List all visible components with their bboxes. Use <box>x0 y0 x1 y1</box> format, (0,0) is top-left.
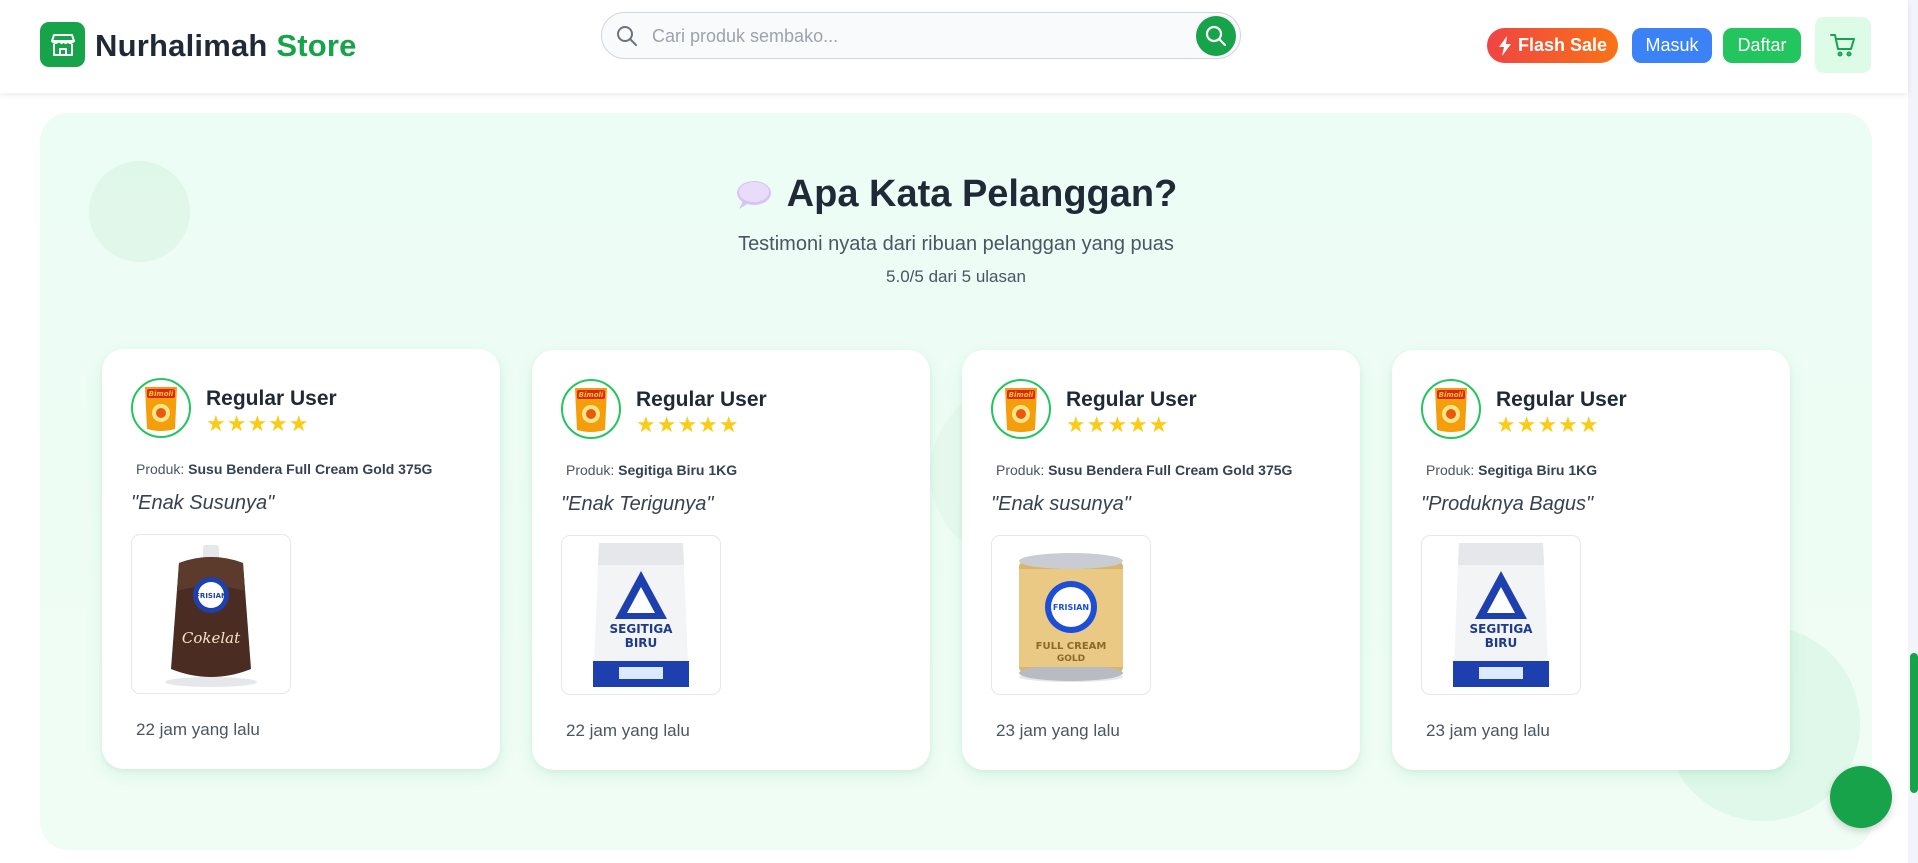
review-quote: "Enak susunya" <box>991 493 1131 515</box>
section-heading: Apa Kata Pelanggan? <box>786 173 1178 215</box>
svg-text:SEGITIGA: SEGITIGA <box>1470 622 1534 636</box>
star-rating: ★★★★★ <box>1496 412 1600 437</box>
review-time: 22 jam yang lalu <box>136 720 260 739</box>
flour-bag-image: SEGITIGA BIRU <box>593 543 689 687</box>
store-logo-icon[interactable] <box>40 22 85 67</box>
search-input[interactable] <box>652 21 1172 51</box>
product-name[interactable]: Segitiga Biru 1KG <box>1478 462 1597 478</box>
product-prefix: Produk: <box>136 461 185 477</box>
section-subtitle: Testimoni nyata dari ribuan pelanggan ya… <box>738 233 1174 255</box>
search-button[interactable] <box>1196 16 1236 56</box>
svg-text:FULL CREAM: FULL CREAM <box>1036 641 1107 652</box>
star-rating: ★★★★★ <box>1066 412 1170 437</box>
svg-text:Bimoli: Bimoli <box>1439 391 1464 399</box>
star-rating: ★★★★★ <box>636 412 740 437</box>
cooking-oil-pouch-image: Bimoli <box>1005 388 1037 432</box>
review-time: 23 jam yang lalu <box>996 721 1120 740</box>
review-photo[interactable]: FRISIAN Cokelat <box>131 534 291 694</box>
svg-text:FRISIAN: FRISIAN <box>1053 603 1089 612</box>
lightning-icon <box>1498 35 1511 56</box>
svg-text:Cokelat: Cokelat <box>182 629 241 647</box>
flour-bag-image: SEGITIGA BIRU <box>1453 543 1549 687</box>
testimonial-card[interactable]: Bimoli Regular User ★★★★★ Produk: Susu B… <box>102 349 500 769</box>
review-quote: "Enak Susunya" <box>131 492 275 514</box>
product-name[interactable]: Susu Bendera Full Cream Gold 375G <box>1048 462 1292 478</box>
star-rating: ★★★★★ <box>206 411 310 436</box>
scrollbar-thumb[interactable] <box>1910 653 1918 793</box>
product-info: Produk: Susu Bendera Full Cream Gold 375… <box>136 461 432 477</box>
reviewer-name: Regular User <box>636 388 767 411</box>
product-prefix: Produk: <box>566 462 615 478</box>
review-photo[interactable]: FRISIAN FULL CREAM GOLD <box>991 535 1151 695</box>
avatar: Bimoli <box>561 379 621 439</box>
review-photo[interactable]: SEGITIGA BIRU <box>561 535 721 695</box>
cooking-oil-pouch-image: Bimoli <box>145 387 177 431</box>
top-navbar: Nurhalimah Store Flash Sale Masuk Daftar <box>0 0 1908 93</box>
search-icon <box>616 25 638 52</box>
product-info: Produk: Segitiga Biru 1KG <box>566 462 737 478</box>
cooking-oil-pouch-image: Bimoli <box>1435 388 1467 432</box>
review-time: 22 jam yang lalu <box>566 721 690 740</box>
product-prefix: Produk: <box>996 462 1045 478</box>
testimonial-card[interactable]: Bimoli Regular User ★★★★★ Produk: Segiti… <box>532 350 930 770</box>
testimonial-card[interactable]: Bimoli Regular User ★★★★★ Produk: Segiti… <box>1392 350 1790 770</box>
product-info: Produk: Segitiga Biru 1KG <box>1426 462 1597 478</box>
svg-text:BIRU: BIRU <box>625 636 658 650</box>
svg-text:Bimoli: Bimoli <box>1009 391 1034 399</box>
review-quote: "Produknya Bagus" <box>1421 493 1594 515</box>
avatar: Bimoli <box>1421 379 1481 439</box>
login-button[interactable]: Masuk <box>1632 28 1712 63</box>
milk-can-image: FRISIAN FULL CREAM GOLD <box>1019 553 1123 682</box>
product-name[interactable]: Susu Bendera Full Cream Gold 375G <box>188 461 432 477</box>
flash-sale-label: Flash Sale <box>1517 35 1608 55</box>
brand-name[interactable]: Nurhalimah Store <box>95 28 357 64</box>
testimonials-section: Apa Kata Pelanggan? Testimoni nyata dari… <box>40 113 1872 850</box>
brand-name-accent: Store <box>276 28 357 63</box>
flash-sale-button[interactable]: Flash Sale <box>1487 28 1618 63</box>
review-photo[interactable]: SEGITIGA BIRU <box>1421 535 1581 695</box>
cooking-oil-pouch-image: Bimoli <box>575 388 607 432</box>
testimonial-card[interactable]: Bimoli Regular User ★★★★★ Produk: Susu B… <box>962 350 1360 770</box>
speech-bubble-icon <box>736 180 771 209</box>
chocolate-milk-pouch-image: FRISIAN Cokelat <box>165 545 257 687</box>
floating-chat-button[interactable] <box>1830 766 1892 828</box>
review-quote: "Enak Terigunya" <box>561 493 714 515</box>
reviewer-name: Regular User <box>1496 388 1627 411</box>
svg-text:Bimoli: Bimoli <box>149 390 174 398</box>
avatar: Bimoli <box>131 378 191 438</box>
cart-button[interactable] <box>1815 17 1871 73</box>
svg-text:FRISIAN: FRISIAN <box>195 592 227 600</box>
search-bar <box>601 12 1241 59</box>
product-info: Produk: Susu Bendera Full Cream Gold 375… <box>996 462 1292 478</box>
reviewer-name: Regular User <box>1066 388 1197 411</box>
svg-text:SEGITIGA: SEGITIGA <box>610 622 674 636</box>
reviewer-name: Regular User <box>206 387 337 410</box>
search-submit-icon <box>1205 25 1227 47</box>
section-title: Apa Kata Pelanggan? <box>40 173 1872 216</box>
svg-text:GOLD: GOLD <box>1057 654 1085 664</box>
review-time: 23 jam yang lalu <box>1426 721 1550 740</box>
svg-text:Bimoli: Bimoli <box>579 391 604 399</box>
product-name[interactable]: Segitiga Biru 1KG <box>618 462 737 478</box>
register-button[interactable]: Daftar <box>1723 28 1801 63</box>
brand-name-main: Nurhalimah <box>95 28 268 63</box>
avatar: Bimoli <box>991 379 1051 439</box>
cart-icon <box>1830 34 1855 57</box>
svg-text:BIRU: BIRU <box>1485 636 1518 650</box>
rating-summary: 5.0/5 dari 5 ulasan <box>886 267 1026 286</box>
product-prefix: Produk: <box>1426 462 1475 478</box>
